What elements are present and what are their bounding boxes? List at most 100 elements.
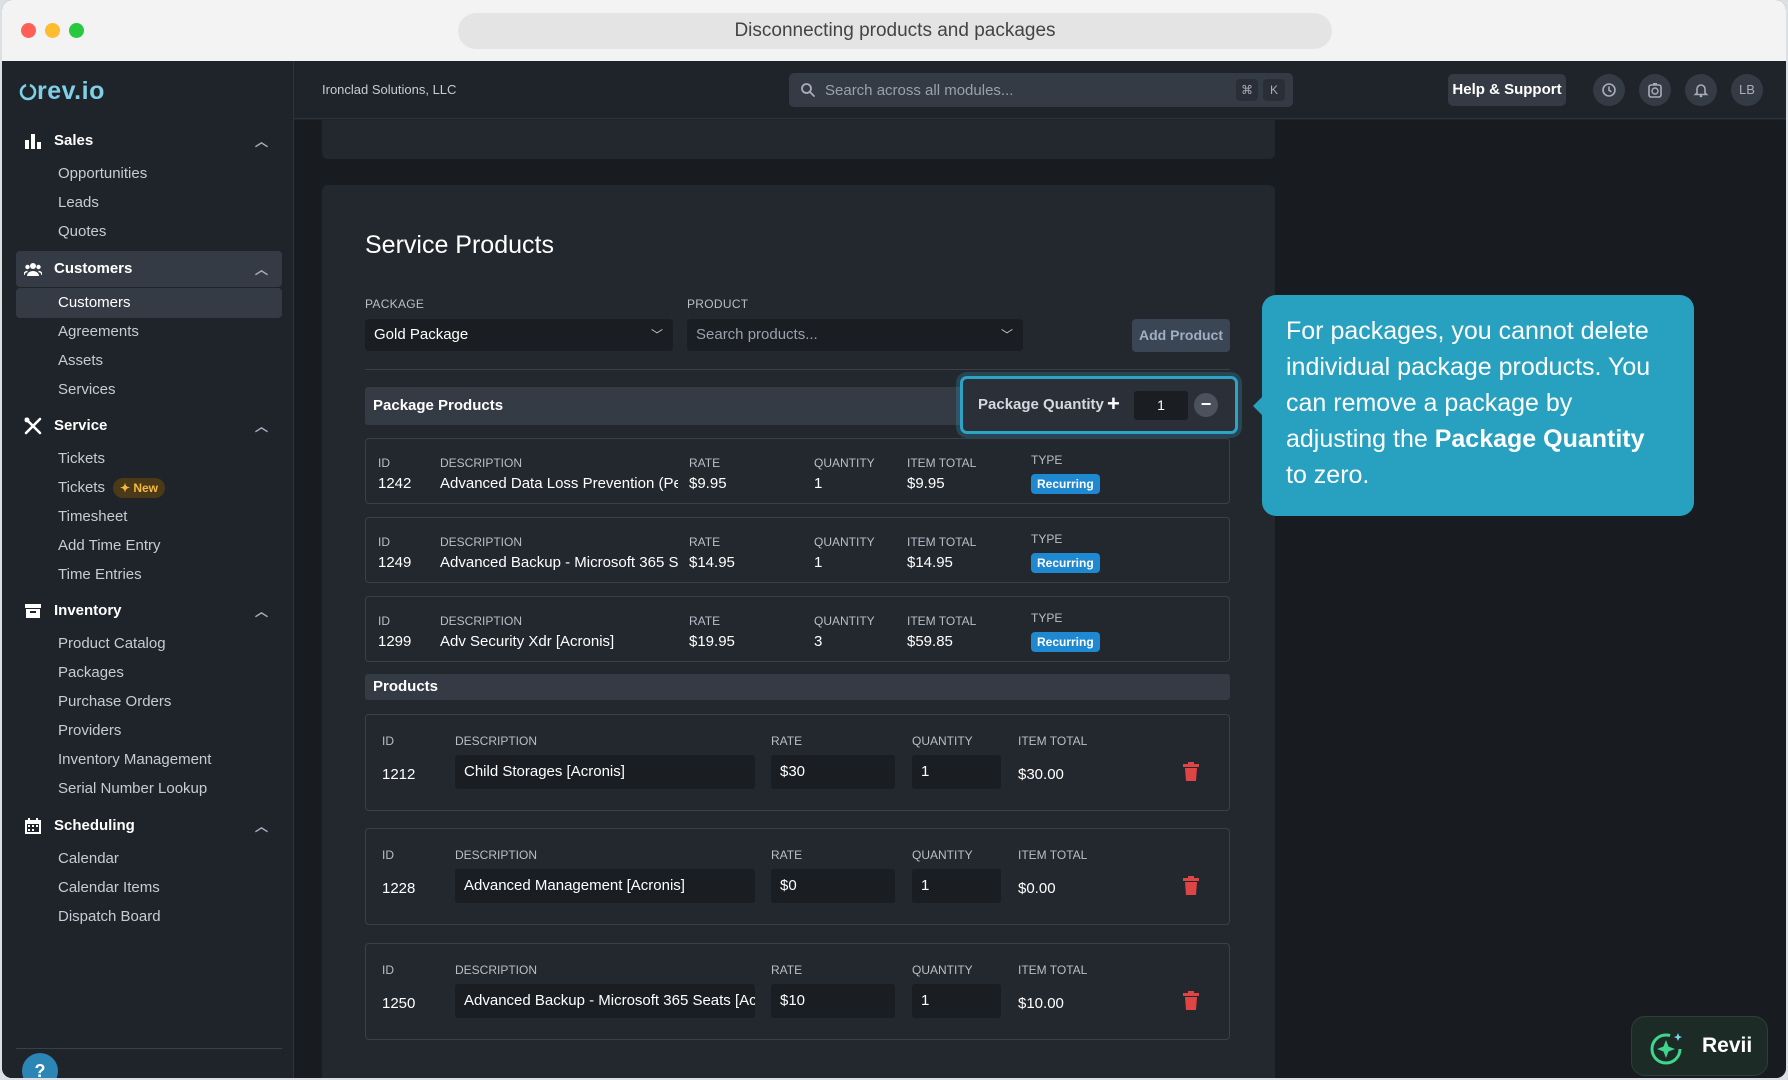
logo[interactable]: rev.io bbox=[19, 77, 105, 106]
package-quantity-input[interactable]: 1 bbox=[1134, 391, 1188, 420]
trash-icon[interactable] bbox=[1183, 762, 1199, 781]
chevron-down-icon: ﹀ bbox=[650, 328, 663, 342]
rate-input[interactable]: $30 bbox=[771, 755, 895, 789]
add-product-button[interactable]: Add Product bbox=[1132, 319, 1230, 352]
sidebar-item-tickets[interactable]: Tickets bbox=[16, 444, 282, 474]
sidebar-item-product-catalog[interactable]: Product Catalog bbox=[16, 629, 282, 659]
sidebar-item-opportunities[interactable]: Opportunities bbox=[16, 159, 282, 189]
nav-section-inventory[interactable]: Inventory ︿ bbox=[16, 593, 282, 629]
col-label-rate: RATE bbox=[771, 734, 803, 748]
nav-section-label: Scheduling bbox=[54, 817, 135, 834]
col-label-type: TYPE bbox=[1031, 453, 1063, 467]
chevron-up-icon: ︿ bbox=[254, 604, 268, 619]
revii-label: Revii bbox=[1702, 1034, 1753, 1057]
cell-id: 1242 bbox=[378, 475, 412, 492]
sidebar-item-timesheet[interactable]: Timesheet bbox=[16, 502, 282, 532]
col-label-item-total: ITEM TOTAL bbox=[1018, 848, 1088, 862]
revii-assistant-button[interactable]: Revii bbox=[1631, 1016, 1768, 1076]
col-label-quantity: QUANTITY bbox=[912, 734, 973, 748]
description-input[interactable]: Advanced Management [Acronis] bbox=[455, 869, 755, 903]
nav-section-scheduling[interactable]: Scheduling ︿ bbox=[16, 808, 282, 844]
global-search-input[interactable]: Search across all modules... ⌘ K bbox=[789, 73, 1293, 107]
sidebar-item-serial-number-lookup[interactable]: Serial Number Lookup bbox=[16, 774, 282, 804]
cell-quantity: 3 bbox=[814, 633, 823, 650]
sidebar-item-providers[interactable]: Providers bbox=[16, 716, 282, 746]
trash-icon[interactable] bbox=[1183, 876, 1199, 895]
sidebar-item-inventory-management[interactable]: Inventory Management bbox=[16, 745, 282, 775]
product-search-select[interactable]: Search products... ﹀ bbox=[687, 319, 1023, 351]
sidebar-item-purchase-orders[interactable]: Purchase Orders bbox=[16, 687, 282, 717]
cell-rate: $9.95 bbox=[689, 475, 727, 492]
timer-button[interactable] bbox=[1639, 74, 1671, 106]
kbd-cmd: ⌘ bbox=[1236, 79, 1258, 101]
col-label-quantity: QUANTITY bbox=[912, 963, 973, 977]
sidebar-item-quotes[interactable]: Quotes bbox=[16, 217, 282, 247]
sidebar-item-customers[interactable]: Customers bbox=[16, 288, 282, 318]
nav-section-customers[interactable]: Customers ︿ bbox=[16, 251, 282, 287]
rate-input[interactable]: $0 bbox=[771, 869, 895, 903]
nav-section-sales[interactable]: Sales ︿ bbox=[16, 123, 282, 159]
history-button[interactable] bbox=[1593, 74, 1625, 106]
nav-section-label: Inventory bbox=[54, 602, 122, 619]
sidebar-item-dispatch-board[interactable]: Dispatch Board bbox=[16, 902, 282, 932]
nav-section-service[interactable]: Service ︿ bbox=[16, 408, 282, 444]
sidebar-item-packages[interactable]: Packages bbox=[16, 658, 282, 688]
title-bar: Disconnecting products and packages bbox=[2, 0, 1786, 61]
search-icon bbox=[801, 83, 815, 97]
package-select[interactable]: Gold Package ﹀ bbox=[365, 319, 673, 351]
col-label-rate: RATE bbox=[689, 614, 721, 628]
product-row: ID DESCRIPTION RATE QUANTITY ITEM TOTAL … bbox=[365, 714, 1230, 811]
sidebar-item-leads[interactable]: Leads bbox=[16, 188, 282, 218]
timer-icon bbox=[1648, 83, 1662, 98]
sidebar-item-assets[interactable]: Assets bbox=[16, 346, 282, 376]
chevron-up-icon: ︿ bbox=[254, 419, 268, 434]
cell-quantity: 1 bbox=[814, 475, 823, 492]
products-header: Products bbox=[365, 674, 1230, 700]
col-label-quantity: QUANTITY bbox=[814, 535, 875, 549]
trash-icon[interactable] bbox=[1183, 991, 1199, 1010]
help-support-button[interactable]: Help & Support bbox=[1448, 74, 1566, 106]
decrease-quantity-button[interactable]: − bbox=[1194, 393, 1218, 417]
rate-input[interactable]: $10 bbox=[771, 984, 895, 1018]
col-label-description: DESCRIPTION bbox=[440, 456, 523, 470]
quantity-input[interactable]: 1 bbox=[912, 869, 1001, 903]
col-label-description: DESCRIPTION bbox=[455, 734, 538, 748]
quantity-input[interactable]: 1 bbox=[912, 984, 1001, 1018]
cell-item-total: $59.85 bbox=[907, 633, 953, 650]
col-label-rate: RATE bbox=[689, 535, 721, 549]
help-bubble-button[interactable]: ? bbox=[22, 1053, 58, 1078]
minimize-window-button[interactable] bbox=[45, 23, 60, 38]
sidebar-item-agreements[interactable]: Agreements bbox=[16, 317, 282, 347]
col-label-quantity: QUANTITY bbox=[912, 848, 973, 862]
sidebar-item-label: Tickets bbox=[58, 479, 105, 496]
logo-mark-icon bbox=[19, 83, 37, 101]
sidebar-item-tickets-new[interactable]: Tickets ✦ New bbox=[16, 473, 282, 503]
users-icon bbox=[24, 263, 42, 276]
sidebar-item-calendar-items[interactable]: Calendar Items bbox=[16, 873, 282, 903]
package-products-title: Package Products bbox=[373, 397, 504, 414]
notifications-button[interactable] bbox=[1685, 74, 1717, 106]
sidebar-item-services[interactable]: Services bbox=[16, 375, 282, 405]
col-label-rate: RATE bbox=[771, 848, 803, 862]
col-label-id: ID bbox=[378, 535, 390, 549]
sidebar-item-time-entries[interactable]: Time Entries bbox=[16, 560, 282, 590]
package-product-row: ID DESCRIPTION RATE QUANTITY ITEM TOTAL … bbox=[365, 596, 1230, 662]
tools-icon bbox=[24, 417, 42, 435]
description-input[interactable]: Child Storages [Acronis] bbox=[455, 755, 755, 789]
sidebar-item-calendar[interactable]: Calendar bbox=[16, 844, 282, 874]
bell-icon bbox=[1693, 84, 1709, 98]
cell-item-total: $9.95 bbox=[907, 475, 945, 492]
cell-rate: $19.95 bbox=[689, 633, 735, 650]
main-content: Service Products PACKAGE Gold Package ﹀ … bbox=[294, 120, 1786, 1078]
close-window-button[interactable] bbox=[21, 23, 36, 38]
maximize-window-button[interactable] bbox=[69, 23, 84, 38]
cell-id: 1249 bbox=[378, 554, 412, 571]
sidebar-item-add-time-entry[interactable]: Add Time Entry bbox=[16, 531, 282, 561]
description-input[interactable]: Advanced Backup - Microsoft 365 Seats [A… bbox=[455, 984, 755, 1018]
quantity-input[interactable]: 1 bbox=[912, 755, 1001, 789]
cell-id: 1228 bbox=[382, 880, 416, 897]
chevron-up-icon: ︿ bbox=[254, 262, 268, 277]
user-avatar[interactable]: LB bbox=[1731, 74, 1763, 106]
nav-section-label: Customers bbox=[54, 260, 133, 277]
increase-quantity-button[interactable]: + bbox=[1107, 391, 1120, 417]
